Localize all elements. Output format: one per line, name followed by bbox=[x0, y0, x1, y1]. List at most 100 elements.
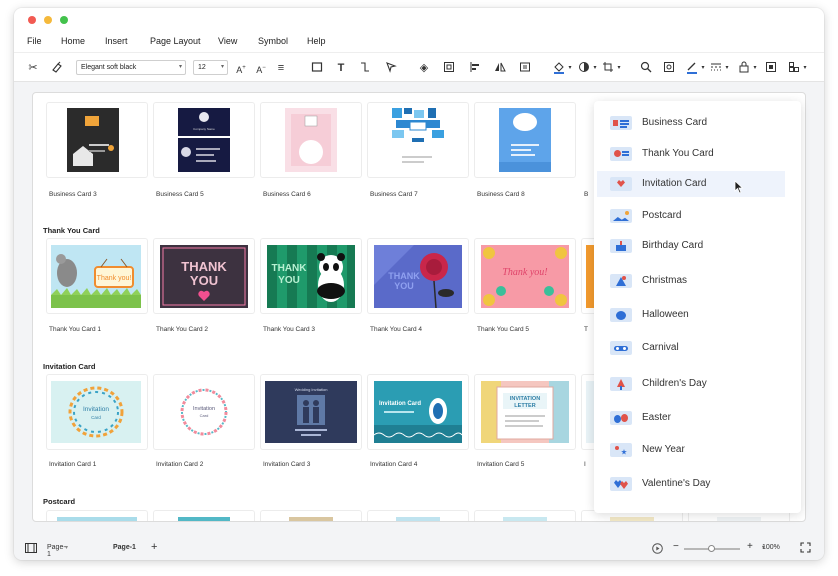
category-label: Birthday Card bbox=[642, 240, 704, 251]
template-card[interactable]: INVITATION LETTER bbox=[475, 375, 575, 449]
thumbnail: Invitation Card bbox=[374, 381, 462, 443]
template-card[interactable]: THANK YOU bbox=[261, 239, 361, 313]
template-card[interactable] bbox=[475, 511, 575, 521]
group-icon[interactable] bbox=[442, 61, 456, 75]
menu-bar: File Home Insert Page Layout View Symbol… bbox=[14, 32, 824, 52]
template-card[interactable]: Invitation Card bbox=[154, 375, 254, 449]
find-replace-icon[interactable] bbox=[662, 61, 676, 75]
category-new-year[interactable]: New Year bbox=[597, 437, 785, 463]
thumbnail: Invitation Card bbox=[160, 381, 248, 443]
minimize-window-button[interactable] bbox=[44, 16, 52, 24]
text-icon[interactable]: T bbox=[334, 61, 348, 75]
rectangle-icon[interactable] bbox=[310, 61, 324, 75]
category-label: Children's Day bbox=[642, 378, 707, 389]
category-christmas[interactable]: Christmas bbox=[597, 268, 785, 294]
font-family-select[interactable]: Elegant soft black ▾ bbox=[76, 60, 186, 75]
font-size-select[interactable]: 12 ▾ bbox=[193, 60, 228, 75]
category-birthday-card[interactable]: Birthday Card bbox=[597, 233, 785, 259]
frame-icon[interactable] bbox=[518, 61, 532, 75]
template-card[interactable] bbox=[475, 103, 575, 177]
template-card[interactable]: Invitation Card bbox=[368, 375, 468, 449]
menu-page-layout[interactable]: Page Layout bbox=[150, 36, 201, 46]
flip-icon[interactable] bbox=[493, 61, 507, 75]
category-invitation-card[interactable]: Invitation Card bbox=[597, 171, 785, 197]
template-card[interactable]: THANK YOU bbox=[368, 239, 468, 313]
category-label: New Year bbox=[642, 444, 685, 455]
thumbnail bbox=[610, 517, 654, 521]
thumbnail: INVITATION LETTER bbox=[481, 381, 569, 443]
search-icon[interactable] bbox=[639, 61, 653, 75]
template-card[interactable] bbox=[368, 511, 468, 521]
company-name-text: Company Name bbox=[193, 127, 215, 131]
zoom-in-button[interactable]: + bbox=[747, 541, 753, 552]
add-page-button[interactable]: + bbox=[151, 541, 157, 553]
connector-icon[interactable] bbox=[358, 61, 372, 75]
chevron-down-icon: ▾ bbox=[762, 545, 766, 551]
category-postcard[interactable]: Postcard bbox=[597, 203, 785, 229]
close-window-button[interactable] bbox=[28, 16, 36, 24]
scissors-icon[interactable]: ✂ bbox=[26, 61, 40, 75]
chevron-down-icon[interactable]: ▾ bbox=[612, 61, 626, 75]
thumbnail bbox=[396, 517, 440, 521]
menu-home[interactable]: Home bbox=[61, 36, 85, 46]
category-halloween[interactable]: Halloween bbox=[597, 302, 785, 328]
category-easter[interactable]: Easter bbox=[597, 405, 785, 431]
template-card[interactable] bbox=[368, 103, 468, 177]
chevron-down-icon[interactable]: ▾ bbox=[798, 61, 812, 75]
menu-help[interactable]: Help bbox=[307, 36, 326, 46]
template-caption: Business Card 7 bbox=[370, 191, 418, 198]
fullscreen-icon[interactable] bbox=[800, 542, 811, 555]
align-objects-icon[interactable] bbox=[468, 61, 482, 75]
thumbnail: Thank you! bbox=[51, 245, 141, 308]
layers-icon[interactable]: ◈ bbox=[417, 61, 431, 75]
title-bar bbox=[14, 8, 824, 32]
chevron-down-icon[interactable]: ▾ bbox=[696, 61, 710, 75]
chevron-down-icon[interactable]: ▾ bbox=[588, 61, 602, 75]
carnival-mask-icon bbox=[610, 341, 632, 355]
text-align-icon[interactable]: ≡ bbox=[274, 61, 288, 75]
template-card[interactable]: Thank you! bbox=[475, 239, 575, 313]
category-carnival[interactable]: Carnival bbox=[597, 335, 785, 361]
template-card[interactable] bbox=[154, 511, 254, 521]
category-label: Valentine's Day bbox=[642, 478, 711, 489]
chevron-down-icon[interactable]: ▾ bbox=[720, 61, 734, 75]
font-shrink-icon[interactable]: A− bbox=[254, 61, 268, 75]
template-card[interactable]: Company Name bbox=[154, 103, 254, 177]
page-panel-icon[interactable] bbox=[25, 543, 37, 555]
play-icon[interactable] bbox=[652, 543, 663, 556]
section-title: Postcard bbox=[43, 497, 76, 506]
category-label: Business Card bbox=[642, 117, 708, 128]
template-card[interactable] bbox=[47, 103, 147, 177]
template-card[interactable]: Invitation Card bbox=[47, 375, 147, 449]
chevron-down-icon[interactable]: ▾ bbox=[563, 61, 577, 75]
template-caption: Thank You Card 5 bbox=[477, 326, 530, 333]
template-card[interactable] bbox=[261, 103, 361, 177]
svg-text:LETTER: LETTER bbox=[514, 403, 535, 409]
page-tab[interactable]: Page-1 bbox=[113, 544, 136, 551]
category-childrens-day[interactable]: Children's Day bbox=[597, 371, 785, 397]
menu-file[interactable]: File bbox=[27, 36, 42, 46]
category-thank-you-card[interactable]: Thank You Card bbox=[597, 141, 785, 167]
template-card[interactable]: Wedding Invitation bbox=[261, 375, 361, 449]
template-caption: Thank You Card 1 bbox=[49, 326, 102, 333]
template-card[interactable] bbox=[261, 511, 361, 521]
menu-view[interactable]: View bbox=[218, 36, 237, 46]
select-pointer-icon[interactable] bbox=[384, 61, 398, 75]
template-card[interactable]: THANK YOU bbox=[154, 239, 254, 313]
menu-insert[interactable]: Insert bbox=[105, 36, 128, 46]
template-card[interactable]: Thank you! bbox=[47, 239, 147, 313]
format-painter-icon[interactable] bbox=[50, 61, 64, 75]
zoom-out-button[interactable]: − bbox=[673, 541, 679, 552]
font-grow-icon[interactable]: A+ bbox=[234, 61, 248, 75]
category-valentines-day[interactable]: Valentine's Day bbox=[597, 471, 785, 497]
category-business-card[interactable]: Business Card bbox=[597, 110, 785, 136]
zoom-slider-handle[interactable] bbox=[708, 545, 715, 552]
svg-text:Card: Card bbox=[200, 413, 209, 418]
fit-icon[interactable] bbox=[764, 61, 778, 75]
template-card[interactable] bbox=[47, 511, 147, 521]
maximize-window-button[interactable] bbox=[60, 16, 68, 24]
chevron-down-icon[interactable]: ▾ bbox=[748, 61, 762, 75]
menu-symbol[interactable]: Symbol bbox=[258, 36, 288, 46]
status-bar: Page-1 ▾ Page-1 + − + 100% ▾ bbox=[14, 537, 824, 560]
valentines-heart-icon bbox=[610, 477, 632, 491]
